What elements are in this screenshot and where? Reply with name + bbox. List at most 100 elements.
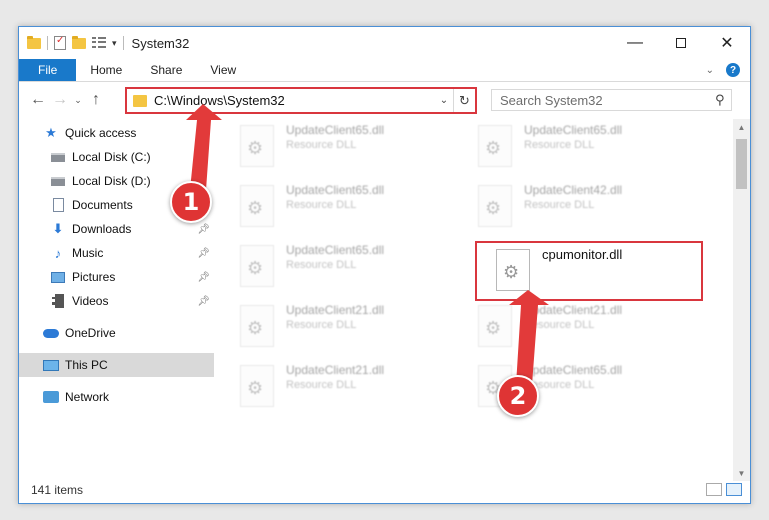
dll-file-icon (240, 185, 274, 227)
file-type: Resource DLL (286, 319, 357, 331)
tab-home[interactable]: Home (76, 59, 136, 81)
properties-icon[interactable] (54, 35, 66, 50)
address-path[interactable]: C:\Windows\System32 (154, 93, 435, 108)
tab-view[interactable]: View (196, 59, 250, 81)
nav-item-label: Pictures (72, 270, 116, 284)
music-icon: ♪ (54, 245, 62, 261)
search-input[interactable]: Search System32 ⚲ (491, 89, 732, 111)
folder-icon (133, 94, 147, 107)
details-view-icon[interactable] (706, 483, 722, 496)
file-item[interactable]: UpdateClient65.dll Resource DLL (240, 241, 460, 293)
search-placeholder[interactable]: Search System32 (500, 93, 709, 108)
item-count: 141 items (31, 483, 84, 497)
nav-item-label: Local Disk (C:) (72, 150, 151, 164)
status-bar: 141 items (19, 477, 750, 503)
nav-item-label: Videos (72, 294, 109, 308)
nav-item-label: Quick access (65, 126, 137, 140)
minimize-button[interactable]: — (612, 27, 658, 59)
nav-item-this-pc[interactable]: This PC (19, 353, 214, 377)
file-type: Resource DLL (286, 259, 357, 271)
file-name: UpdateClient65.dll (524, 363, 623, 377)
nav-item-pictures[interactable]: Pictures 📌︎ (19, 265, 214, 289)
title-bar: ▾ System32 — ✕ (19, 27, 750, 59)
download-icon: ⬇ (52, 221, 64, 236)
nav-item-label: Local Disk (D:) (72, 174, 151, 188)
dll-file-icon (240, 245, 274, 287)
pin-icon[interactable]: 📌︎ (197, 248, 210, 259)
file-item[interactable]: UpdateClient65.dll Resource DLL (240, 121, 460, 173)
pin-icon[interactable]: 📌︎ (197, 224, 210, 235)
forward-arrow-icon[interactable]: → (49, 91, 71, 109)
nav-item-quick-access[interactable]: ★ Quick access (19, 121, 214, 145)
recent-locations-chevron-icon[interactable]: ⌄ (71, 95, 85, 106)
file-type: Resource DLL (524, 379, 595, 391)
vertical-scrollbar[interactable]: ▲ ▼ (733, 119, 750, 481)
file-name: UpdateClient21.dll (286, 303, 385, 317)
dll-file-icon (240, 365, 274, 407)
nav-item-onedrive[interactable]: OneDrive (19, 321, 214, 345)
file-item[interactable]: UpdateClient21.dll Resource DLL (240, 361, 460, 413)
nav-item-local-disk-c[interactable]: Local Disk (C:) (19, 145, 214, 169)
nav-item-label: Network (65, 390, 110, 404)
file-name: UpdateClient65.dll (286, 243, 385, 257)
tab-share[interactable]: Share (136, 59, 196, 81)
pin-icon[interactable]: 📌︎ (197, 296, 210, 307)
file-item[interactable]: UpdateClient65.dll Resource DLL (478, 121, 698, 173)
maximize-button[interactable] (658, 27, 704, 59)
file-name: UpdateClient42.dll (524, 183, 623, 197)
nav-item-label: Music (72, 246, 104, 260)
expand-ribbon-chevron-icon[interactable]: ⌄ (706, 65, 714, 76)
ribbon-tabs: File Home Share View ⌄ ? (19, 59, 750, 82)
nav-item-network[interactable]: Network (19, 385, 214, 409)
up-arrow-icon[interactable]: ↑ (85, 91, 107, 109)
drive-icon (50, 173, 66, 189)
dll-file-icon (478, 125, 512, 167)
step-badge-2: 2 (497, 375, 539, 417)
file-type: Resource DLL (524, 139, 595, 151)
drive-icon (50, 149, 66, 165)
pictures-icon (50, 269, 66, 285)
cloud-icon (43, 325, 59, 341)
view-switcher (706, 483, 742, 496)
file-name: UpdateClient65.dll (286, 123, 385, 137)
file-type: Resource DLL (286, 139, 357, 151)
nav-item-label: Documents (72, 198, 133, 212)
address-history-chevron-icon[interactable]: ⌄ (435, 95, 453, 106)
file-name: UpdateClient65.dll (286, 183, 385, 197)
dll-file-icon (478, 305, 512, 347)
nav-item-label: OneDrive (65, 326, 116, 340)
file-name: UpdateClient21.dll (286, 363, 385, 377)
tab-file[interactable]: File (19, 59, 77, 81)
step-badge-1: 1 (170, 181, 212, 223)
scrollbar-thumb[interactable] (736, 139, 747, 189)
file-item[interactable]: UpdateClient21.dll Resource DLL (478, 301, 698, 353)
refresh-icon[interactable]: ↻ (453, 89, 475, 112)
scroll-up-icon[interactable]: ▲ (733, 119, 750, 135)
search-icon[interactable]: ⚲ (709, 92, 731, 108)
pin-icon[interactable]: 📌︎ (197, 272, 210, 283)
address-row: ← → ⌄ ↑ C:\Windows\System32 ⌄ ↻ Search S… (19, 83, 750, 117)
large-icons-view-icon[interactable] (726, 483, 742, 496)
new-folder-icon[interactable] (72, 35, 86, 49)
file-list: UpdateClient65.dll Resource DLL UpdateCli… (234, 121, 729, 476)
nav-item-label: Downloads (72, 222, 132, 236)
file-name: UpdateClient21.dll (524, 303, 623, 317)
nav-item-videos[interactable]: Videos 📌︎ (19, 289, 214, 313)
file-item[interactable]: UpdateClient65.dll Resource DLL (240, 181, 460, 233)
address-bar[interactable]: C:\Windows\System32 ⌄ ↻ (125, 87, 477, 114)
nav-item-music[interactable]: ♪ Music 📌︎ (19, 241, 214, 265)
help-icon[interactable]: ? (726, 63, 740, 77)
file-item[interactable]: UpdateClient42.dll Resource DLL (478, 181, 698, 233)
file-item[interactable]: UpdateClient21.dll Resource DLL (240, 301, 460, 353)
back-arrow-icon[interactable]: ← (27, 91, 49, 109)
explorer-window: ▾ System32 — ✕ File Home Share View ⌄ ? … (18, 26, 751, 504)
close-button[interactable]: ✕ (704, 27, 750, 59)
view-options-icon[interactable] (92, 37, 106, 49)
documents-icon (50, 197, 66, 213)
file-type: Resource DLL (524, 319, 595, 331)
computer-icon (43, 357, 59, 373)
dll-file-icon (240, 305, 274, 347)
file-type: Resource DLL (524, 199, 595, 211)
customize-toolbar-dropdown-icon[interactable]: ▾ (112, 38, 117, 49)
star-icon: ★ (45, 125, 57, 140)
